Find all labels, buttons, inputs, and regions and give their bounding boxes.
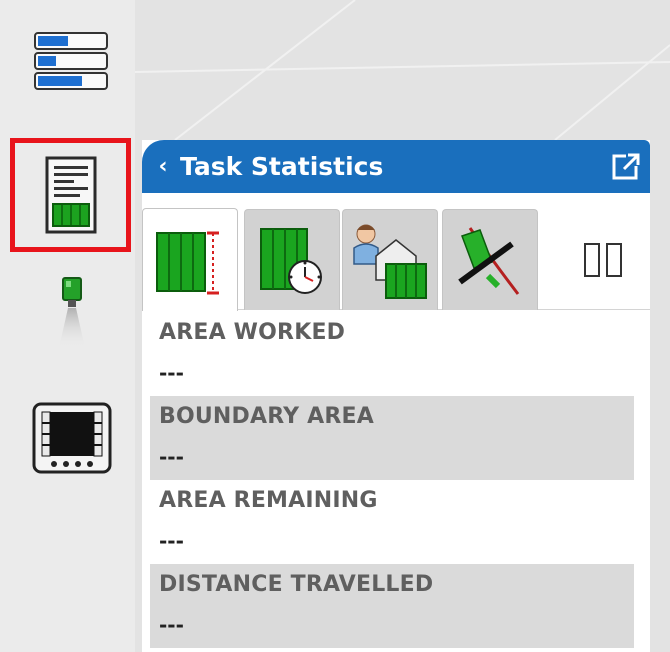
- field-clock-icon: [260, 228, 322, 294]
- stat-area-worked: AREA WORKED ---: [150, 312, 634, 396]
- monitor-icon: [32, 402, 112, 474]
- popout-icon[interactable]: [612, 153, 640, 181]
- bar-list-icon: [34, 32, 108, 90]
- stat-label: AREA REMAINING: [159, 488, 378, 513]
- stat-value: ---: [159, 445, 184, 469]
- gps-receiver-icon: [59, 277, 85, 348]
- tab-client-farm[interactable]: [342, 209, 438, 310]
- stat-label: DISTANCE TRAVELLED: [159, 572, 434, 597]
- stat-boundary-area: BOUNDARY AREA ---: [150, 396, 634, 480]
- guidance-line-icon: [458, 227, 520, 295]
- statistics-tabs: [142, 205, 650, 311]
- column-toggle-icon: [584, 242, 622, 277]
- screen-button[interactable]: [30, 398, 114, 478]
- stat-value: ---: [159, 361, 184, 385]
- left-toolbar: [0, 0, 135, 652]
- task-statistics-panel: ‹ Task Statistics AREA WORKED --- BOUNDA…: [142, 140, 650, 652]
- stat-label: BOUNDARY AREA: [159, 404, 374, 429]
- more-tabs-icon[interactable]: [556, 209, 650, 310]
- overview-button[interactable]: [30, 25, 114, 95]
- farmer-barn-field-icon: [353, 224, 427, 299]
- tab-guidance[interactable]: [442, 209, 538, 310]
- stat-value: ---: [159, 529, 184, 553]
- stat-label: AREA WORKED: [159, 320, 346, 345]
- stat-distance-travelled: DISTANCE TRAVELLED ---: [150, 564, 634, 648]
- area-worked-icon: [156, 231, 219, 295]
- back-chevron-icon[interactable]: ‹: [146, 140, 180, 193]
- app-root: ‹ Task Statistics AREA WORKED --- BOUNDA…: [0, 0, 670, 652]
- statistics-document-icon: [45, 156, 96, 234]
- stat-value: ---: [159, 613, 184, 637]
- tab-area[interactable]: [142, 208, 238, 311]
- panel-title: Task Statistics: [180, 152, 384, 181]
- stat-area-remaining: AREA REMAINING ---: [150, 480, 634, 564]
- statistics-list: AREA WORKED --- BOUNDARY AREA --- AREA R…: [150, 312, 634, 648]
- panel-header: ‹ Task Statistics: [142, 140, 650, 193]
- gps-receiver-button[interactable]: [50, 270, 94, 352]
- task-statistics-button[interactable]: [10, 138, 131, 252]
- tab-time[interactable]: [244, 209, 340, 310]
